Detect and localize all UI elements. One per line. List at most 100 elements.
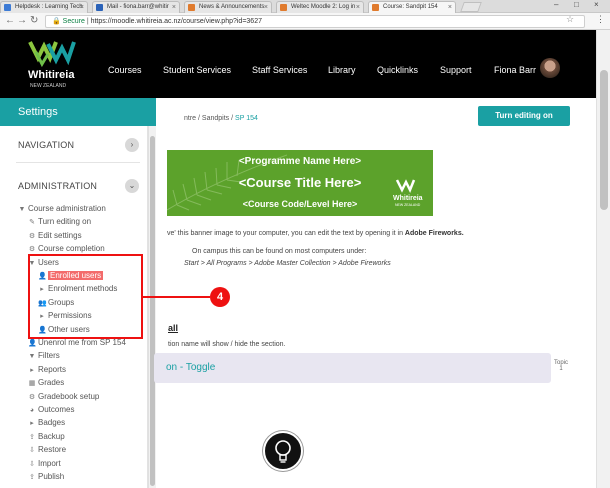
nav-courses[interactable]: Courses bbox=[108, 65, 142, 75]
reload-icon[interactable]: ↻ bbox=[30, 15, 38, 26]
tab-close-icon[interactable]: × bbox=[264, 2, 268, 13]
sidebar-item[interactable]: ⇩ Restore bbox=[28, 445, 66, 454]
browser-menu-icon[interactable]: ⋮ bbox=[596, 14, 605, 25]
window-close-icon[interactable]: × bbox=[594, 0, 599, 9]
maximize-icon[interactable]: □ bbox=[574, 0, 579, 9]
sidebar-item-icon: ⚙ bbox=[28, 393, 36, 401]
nav-support[interactable]: Support bbox=[440, 65, 472, 75]
sidebar-item[interactable]: ⇪ Publish bbox=[28, 472, 64, 481]
whitireia-banner-logo-icon: Whitireia NEW ZEALAND bbox=[393, 179, 423, 207]
lightbulb-icon[interactable] bbox=[263, 431, 303, 471]
sidebar-item[interactable]: ⇪ Backup bbox=[28, 432, 65, 441]
sidebar-item[interactable]: ◕ Outcomes bbox=[28, 405, 75, 414]
sidebar-item-icon: 👤 bbox=[28, 340, 37, 347]
nav-quicklinks[interactable]: Quicklinks bbox=[377, 65, 418, 75]
user-name[interactable]: Fiona Barr bbox=[494, 65, 536, 75]
logo-text: Whitireia bbox=[28, 69, 75, 81]
tab-favicon-icon bbox=[96, 4, 103, 11]
sidebar-item[interactable]: ✎ Turn editing on bbox=[28, 217, 91, 226]
browser-tab[interactable]: Mail - fiona.barr@whitir × bbox=[92, 1, 180, 13]
sidebar-item-label: Edit settings bbox=[38, 230, 82, 240]
tab-close-icon[interactable]: × bbox=[172, 2, 176, 13]
chevron-right-icon[interactable]: › bbox=[125, 138, 139, 152]
banner-logo-subtext: NEW ZEALAND bbox=[395, 203, 421, 207]
bookmark-star-icon[interactable]: ☆ bbox=[566, 14, 574, 25]
nav-staff-services[interactable]: Staff Services bbox=[252, 65, 307, 75]
section-toggle[interactable]: on - Toggle bbox=[154, 353, 551, 383]
sidebar-item[interactable]: ⚙ Gradebook setup bbox=[28, 391, 100, 401]
breadcrumb-item[interactable]: Sandpits bbox=[202, 115, 229, 122]
forward-icon[interactable]: → bbox=[17, 15, 27, 26]
settings-title: Settings bbox=[18, 106, 58, 118]
sidebar-item-icon: ⇩ bbox=[29, 460, 35, 468]
annotation-line bbox=[143, 296, 210, 298]
avatar[interactable] bbox=[540, 58, 560, 78]
page-scroll-thumb[interactable] bbox=[600, 70, 608, 210]
browser-tab[interactable]: Helpdesk : Learning Tech × bbox=[0, 1, 88, 13]
sidebar-item-icon: ⇩ bbox=[29, 447, 35, 455]
nav-library[interactable]: Library bbox=[328, 65, 356, 75]
sidebar-item[interactable]: ▸ Badges bbox=[28, 418, 65, 427]
tab-close-icon[interactable]: × bbox=[80, 2, 84, 13]
browser-tab[interactable]: Weltec Moodle 2: Log in × bbox=[276, 1, 364, 13]
whitireia-logo[interactable]: Whitireia NEW ZEALAND bbox=[26, 38, 86, 92]
path-text: Start > All Programs > Adobe Master Coll… bbox=[184, 260, 391, 267]
sidebar-item-label: Import bbox=[38, 458, 61, 468]
whitireia-logo-icon: Whitireia NEW ZEALAND bbox=[28, 41, 76, 89]
section-note: tion name will show / hide the section. bbox=[168, 341, 286, 348]
sidebar-item[interactable]: 👤Unenrol me from SP 154 bbox=[28, 338, 126, 347]
sidebar-item-label: Course administration bbox=[28, 204, 106, 213]
breadcrumb: ntre / Sandpits / SP 154 bbox=[184, 115, 258, 122]
course-banner: <Programme Name Here> <Course Title Here… bbox=[167, 150, 433, 216]
divider bbox=[16, 162, 140, 163]
browser-tab[interactable]: News & Announcements × bbox=[184, 1, 272, 13]
tab-favicon-icon bbox=[4, 4, 11, 11]
section-all-link[interactable]: all bbox=[168, 323, 178, 333]
administration-heading[interactable]: ADMINISTRATION bbox=[18, 181, 97, 191]
sidebar-item[interactable]: ⇩ Import bbox=[28, 459, 61, 468]
sidebar-item-label: Gradebook setup bbox=[38, 391, 100, 401]
sidebar-item-label: Publish bbox=[38, 472, 65, 481]
sidebar-scroll-thumb[interactable] bbox=[150, 136, 155, 486]
tab-favicon-icon bbox=[280, 4, 287, 11]
sidebar-item[interactable]: ⚙ Course completion bbox=[28, 244, 105, 253]
browser-tab-bar: Helpdesk : Learning Tech × Mail - fiona.b… bbox=[0, 0, 610, 13]
tab-close-icon[interactable]: × bbox=[448, 2, 452, 13]
navigation-heading[interactable]: NAVIGATION bbox=[18, 140, 74, 150]
sidebar-item-label: Filters bbox=[38, 351, 60, 361]
turn-editing-on-button[interactable]: Turn editing on bbox=[478, 106, 570, 126]
back-icon[interactable]: ← bbox=[5, 15, 15, 26]
sidebar-item-icon: ▸ bbox=[30, 420, 34, 428]
sidebar-item-icon: ▸ bbox=[30, 366, 34, 374]
breadcrumb-item[interactable]: ntre bbox=[184, 115, 196, 122]
breadcrumb-current[interactable]: SP 154 bbox=[235, 115, 258, 122]
chevron-down-icon[interactable]: ⌄ bbox=[125, 179, 139, 193]
tab-favicon-icon bbox=[372, 4, 379, 11]
sidebar-item[interactable]: ▼ Filters bbox=[28, 351, 60, 360]
tab-close-icon[interactable]: × bbox=[356, 2, 360, 13]
tab-favicon-icon bbox=[188, 4, 195, 11]
address-bar: ← → ↻ 🔒 Secure | https://moodle.whitirei… bbox=[0, 13, 610, 30]
sidebar-item[interactable]: ▦ Grades bbox=[28, 378, 65, 387]
url-text: https://moodle.whitireia.ac.nz/course/vi… bbox=[90, 18, 262, 25]
minimize-icon[interactable]: – bbox=[554, 0, 558, 9]
new-tab-button[interactable] bbox=[460, 2, 482, 12]
sidebar-item[interactable]: ⚙ Edit settings bbox=[28, 231, 82, 240]
sidebar-item[interactable]: ▸ Reports bbox=[28, 365, 66, 374]
sidebar-item-icon: ▼ bbox=[28, 353, 36, 361]
sidebar-item-icon: ⚙ bbox=[28, 232, 36, 240]
sidebar-item-icon: ◕ bbox=[29, 407, 35, 414]
browser-tab-active[interactable]: Course: Sandpit 154 × bbox=[368, 1, 456, 13]
sidebar-item-icon: ⇪ bbox=[29, 474, 35, 481]
site-header: Whitireia NEW ZEALAND Courses Student Se… bbox=[0, 30, 596, 98]
page-scrollbar[interactable] bbox=[596, 30, 610, 488]
annotation-highlight-box bbox=[28, 254, 143, 339]
nav-student-services[interactable]: Student Services bbox=[163, 65, 231, 75]
campus-text: On campus this can be found on most comp… bbox=[192, 248, 367, 255]
sidebar-item[interactable]: ▼ Course administration bbox=[18, 204, 106, 213]
sidebar-scrollbar[interactable] bbox=[148, 126, 156, 488]
topic-label: Topic 1 bbox=[553, 360, 568, 372]
sidebar-item-label: Turn editing on bbox=[38, 217, 92, 227]
lightbulb-glyph-icon bbox=[275, 440, 291, 463]
url-field[interactable]: 🔒 Secure | https://moodle.whitireia.ac.n… bbox=[45, 15, 585, 28]
